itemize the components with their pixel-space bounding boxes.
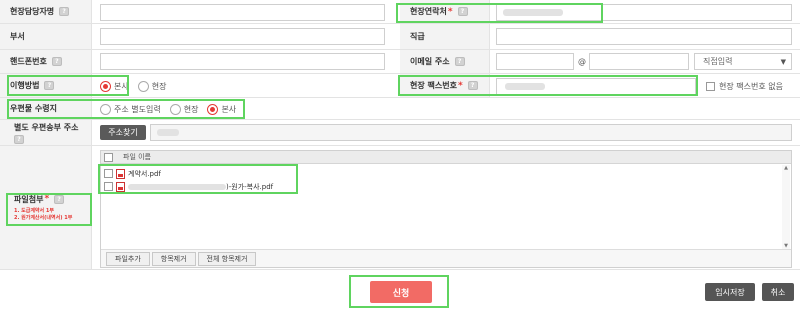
attachment-label-cell: 파일첨부 * ? 1. 도급계약서 1부 2. 원가계산서(내역서) 1부 xyxy=(0,146,92,269)
mail-receive-label: 우편물 수령지 xyxy=(10,104,57,113)
mobile-label-cell: 핸드폰번호 ? xyxy=(0,50,92,73)
required-mark: * xyxy=(44,194,50,204)
position-label-cell: 직급 xyxy=(400,24,490,49)
radio-fulfillment-site[interactable] xyxy=(137,80,149,92)
email-domain-select-value: 직접입력 xyxy=(703,57,733,66)
address-search-button-label: 주소찾기 xyxy=(108,128,138,137)
fulfillment-label-cell: 이행방법 ? xyxy=(0,74,92,97)
row-separate-address: 별도 우편송부 주소 ? 주소찾기 xyxy=(0,120,800,146)
separate-address-label-cell: 별도 우편송부 주소 ? xyxy=(0,120,92,145)
site-fax-input[interactable] xyxy=(496,78,696,95)
mobile-label: 핸드폰번호 xyxy=(10,57,47,66)
site-contact-input[interactable] xyxy=(496,4,792,21)
mobile-input[interactable] xyxy=(100,53,385,70)
add-file-button[interactable]: 파일추가 xyxy=(106,251,150,266)
redacted-value xyxy=(503,9,563,16)
department-label-cell: 부서 xyxy=(0,24,92,49)
row-site-manager: 현장담당자명 ? 현장연락처 * ? xyxy=(0,0,800,24)
email-domain-input[interactable] xyxy=(589,53,689,70)
scroll-up-icon[interactable]: ▲ xyxy=(784,165,788,171)
mail-receive-radio-group: 주소 별도입력 현장 본사 xyxy=(100,101,245,117)
email-domain-select[interactable]: 직접입력 ▼ xyxy=(694,53,792,70)
attachment-title: 파일첨부 * ? xyxy=(14,194,65,205)
site-manager-label: 현장담당자명 xyxy=(10,7,55,16)
radio-mail-hq[interactable] xyxy=(207,103,219,115)
radio-label: 주소 별도입력 xyxy=(114,104,161,114)
no-fax-checkbox[interactable] xyxy=(706,82,715,91)
site-manager-label-cell: 현장담당자명 ? xyxy=(0,0,92,23)
file-button-bar: 파일추가 항목제거 전체 항목제거 xyxy=(101,249,791,267)
department-input[interactable] xyxy=(100,28,385,45)
file-list-scrollbar[interactable]: ▲ ▼ xyxy=(782,165,790,249)
redacted-value xyxy=(505,83,545,90)
separate-address-label: 별도 우편송부 주소 xyxy=(14,122,79,132)
file-list-header: 파일 이름 xyxy=(101,151,791,164)
required-mark: * xyxy=(447,6,453,17)
no-fax-checkbox-wrap: 현장 팩스번호 없음 xyxy=(706,81,783,92)
row-department: 부서 직급 xyxy=(0,24,800,50)
site-fax-label: 현장 팩스번호 xyxy=(410,81,457,90)
site-contact-label-cell: 현장연락처 * ? xyxy=(400,0,490,23)
help-icon[interactable]: ? xyxy=(51,57,62,66)
radio-mail-separate[interactable] xyxy=(100,103,111,115)
attachment-note: 2. 원가계산서(내역서) 1부 xyxy=(14,214,73,221)
row-mobile: 핸드폰번호 ? 이메일 주소 ? @ 직접입력 ▼ xyxy=(0,50,800,74)
attachment-note: 1. 도급계약서 1부 xyxy=(14,207,54,214)
file-checkbox[interactable] xyxy=(104,169,113,178)
help-icon[interactable]: ? xyxy=(44,81,55,90)
select-all-checkbox[interactable] xyxy=(104,152,113,162)
remove-item-button[interactable]: 항목제거 xyxy=(151,251,196,266)
attachment-label: 파일첨부 xyxy=(14,194,44,204)
redacted-value xyxy=(157,129,179,136)
remove-all-items-button[interactable]: 전체 항목제거 xyxy=(197,251,257,266)
position-input[interactable] xyxy=(496,28,792,45)
apply-button[interactable]: 신청 xyxy=(370,281,432,303)
fulfillment-radio-group: 본사 현장 xyxy=(100,78,175,94)
file-checkbox[interactable] xyxy=(104,182,113,191)
file-row[interactable]: 계약서.pdf xyxy=(101,167,791,180)
file-list-box: 파일 이름 계약서.pdf )-원가-복사.pdf ▲ ▼ 파일추가 항목제거 … xyxy=(100,150,792,268)
row-attachment: 파일첨부 * ? 1. 도급계약서 1부 2. 원가계산서(내역서) 1부 파일… xyxy=(0,146,800,270)
separate-address-input[interactable] xyxy=(150,124,792,141)
site-fax-label-cell: 현장 팩스번호 * ? xyxy=(400,74,490,97)
fulfillment-label: 이행방법 xyxy=(10,81,40,90)
no-fax-label: 현장 팩스번호 없음 xyxy=(719,82,783,91)
mail-receive-label-cell: 우편물 수령지 xyxy=(0,98,92,119)
row-mail-receive: 우편물 수령지 주소 별도입력 현장 본사 xyxy=(0,98,800,120)
email-id-input[interactable] xyxy=(496,53,574,70)
file-column-header: 파일 이름 xyxy=(123,153,151,161)
file-name: )-원가-복사.pdf xyxy=(226,182,274,191)
email-label-cell: 이메일 주소 ? xyxy=(400,50,490,73)
redacted-filename xyxy=(128,183,226,190)
help-icon[interactable]: ? xyxy=(454,57,465,66)
file-name: 계약서.pdf xyxy=(128,169,161,178)
site-contact-label: 현장연락처 xyxy=(410,7,447,16)
radio-label: 본사 xyxy=(221,104,237,114)
pdf-file-icon xyxy=(116,181,125,192)
address-search-button[interactable]: 주소찾기 xyxy=(100,125,146,140)
department-label: 부서 xyxy=(10,32,25,41)
radio-fulfillment-hq[interactable] xyxy=(100,80,111,92)
radio-label: 현장 xyxy=(151,81,167,91)
help-icon[interactable]: ? xyxy=(14,134,24,144)
radio-label: 본사 xyxy=(114,81,129,91)
required-mark: * xyxy=(457,80,463,91)
cancel-button[interactable]: 취소 xyxy=(762,283,794,301)
pdf-file-icon xyxy=(116,168,125,179)
row-fulfillment: 이행방법 ? 본사 현장 현장 팩스번호 * ? 현장 팩스번호 없음 xyxy=(0,74,800,98)
help-icon[interactable]: ? xyxy=(457,7,468,16)
email-label: 이메일 주소 xyxy=(410,57,450,66)
attachment-notes: 1. 도급계약서 1부 2. 원가계산서(내역서) 1부 xyxy=(14,208,72,222)
position-label: 직급 xyxy=(410,32,425,41)
help-icon[interactable]: ? xyxy=(59,7,70,16)
file-row[interactable]: )-원가-복사.pdf xyxy=(101,180,791,193)
radio-label: 현장 xyxy=(183,104,199,114)
help-icon[interactable]: ? xyxy=(467,81,478,90)
temp-save-button[interactable]: 임시저장 xyxy=(705,283,755,301)
email-at-sign: @ xyxy=(578,57,586,66)
chevron-down-icon: ▼ xyxy=(780,57,786,66)
help-icon[interactable]: ? xyxy=(54,194,65,204)
site-manager-input[interactable] xyxy=(100,4,385,21)
radio-mail-site[interactable] xyxy=(169,103,181,115)
